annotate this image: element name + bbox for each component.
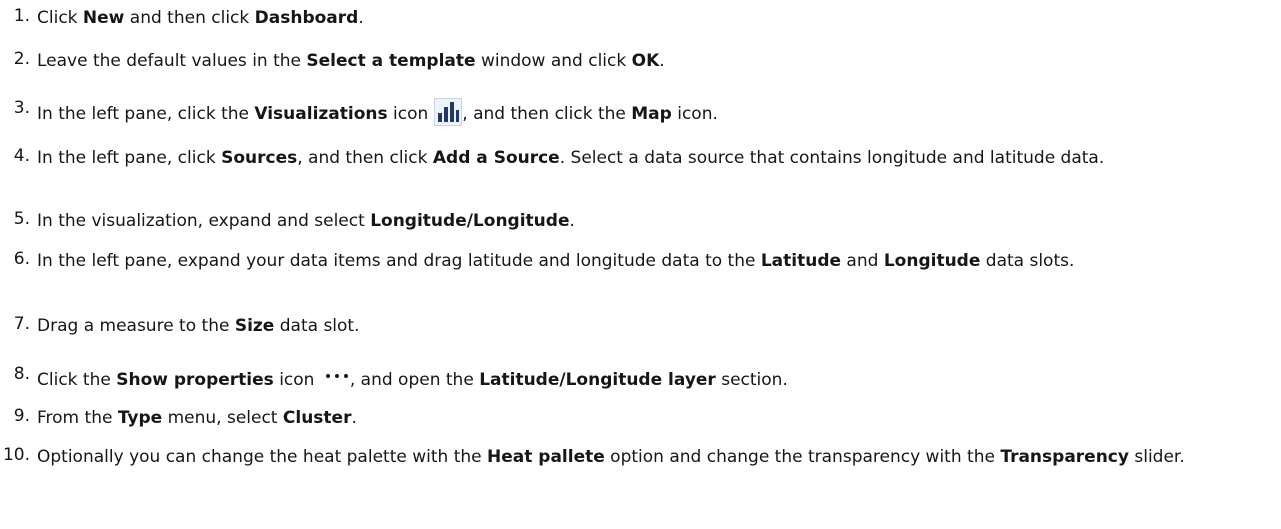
step-number: 1. [13, 6, 30, 26]
step-number: 6. [13, 249, 30, 269]
step-7: 7. Drag a measure to the Size data slot. [0, 310, 1281, 342]
step-number: 3. [13, 98, 30, 118]
step-number: 5. [13, 209, 30, 229]
step-9: 9. From the Type menu, select Cluster. [0, 402, 1281, 434]
step-number: 8. [13, 364, 30, 384]
show-properties-icon [324, 364, 350, 378]
step-number: 9. [13, 406, 30, 426]
step-text: From the Type menu, select Cluster. [37, 408, 357, 428]
step-number: 7. [13, 314, 30, 334]
step-2: 2. Leave the default values in the Selec… [0, 49, 1281, 79]
step-number: 2. [13, 49, 30, 69]
step-10: 10. Optionally you can change the heat p… [0, 440, 1281, 500]
step-text: Optionally you can change the heat palet… [37, 447, 1185, 467]
step-8: 8. Click the Show properties icon , and … [0, 354, 1281, 396]
step-1: 1. Click New and then click Dashboard. [0, 6, 1281, 36]
step-text: Click New and then click Dashboard. [37, 8, 364, 28]
step-text: Leave the default values in the Select a… [37, 51, 665, 71]
step-4: 4. In the left pane, click Sources, and … [0, 138, 1281, 194]
step-text: Drag a measure to the Size data slot. [37, 316, 360, 336]
step-text: In the visualization, expand and select … [37, 211, 575, 231]
step-number: 10. [2, 445, 30, 465]
step-text: In the left pane, expand your data items… [37, 251, 1075, 271]
step-6: 6. In the left pane, expand your data it… [0, 245, 1281, 301]
step-3: 3. In the left pane, click the Visualiza… [0, 88, 1281, 128]
step-5: 5. In the visualization, expand and sele… [0, 205, 1281, 237]
visualizations-icon [434, 98, 463, 126]
step-text: In the left pane, click Sources, and the… [37, 148, 1105, 168]
step-number: 4. [13, 146, 30, 166]
step-text: In the left pane, click the Visualizatio… [37, 98, 1262, 127]
step-text: Click the Show properties icon , and ope… [37, 364, 1262, 393]
